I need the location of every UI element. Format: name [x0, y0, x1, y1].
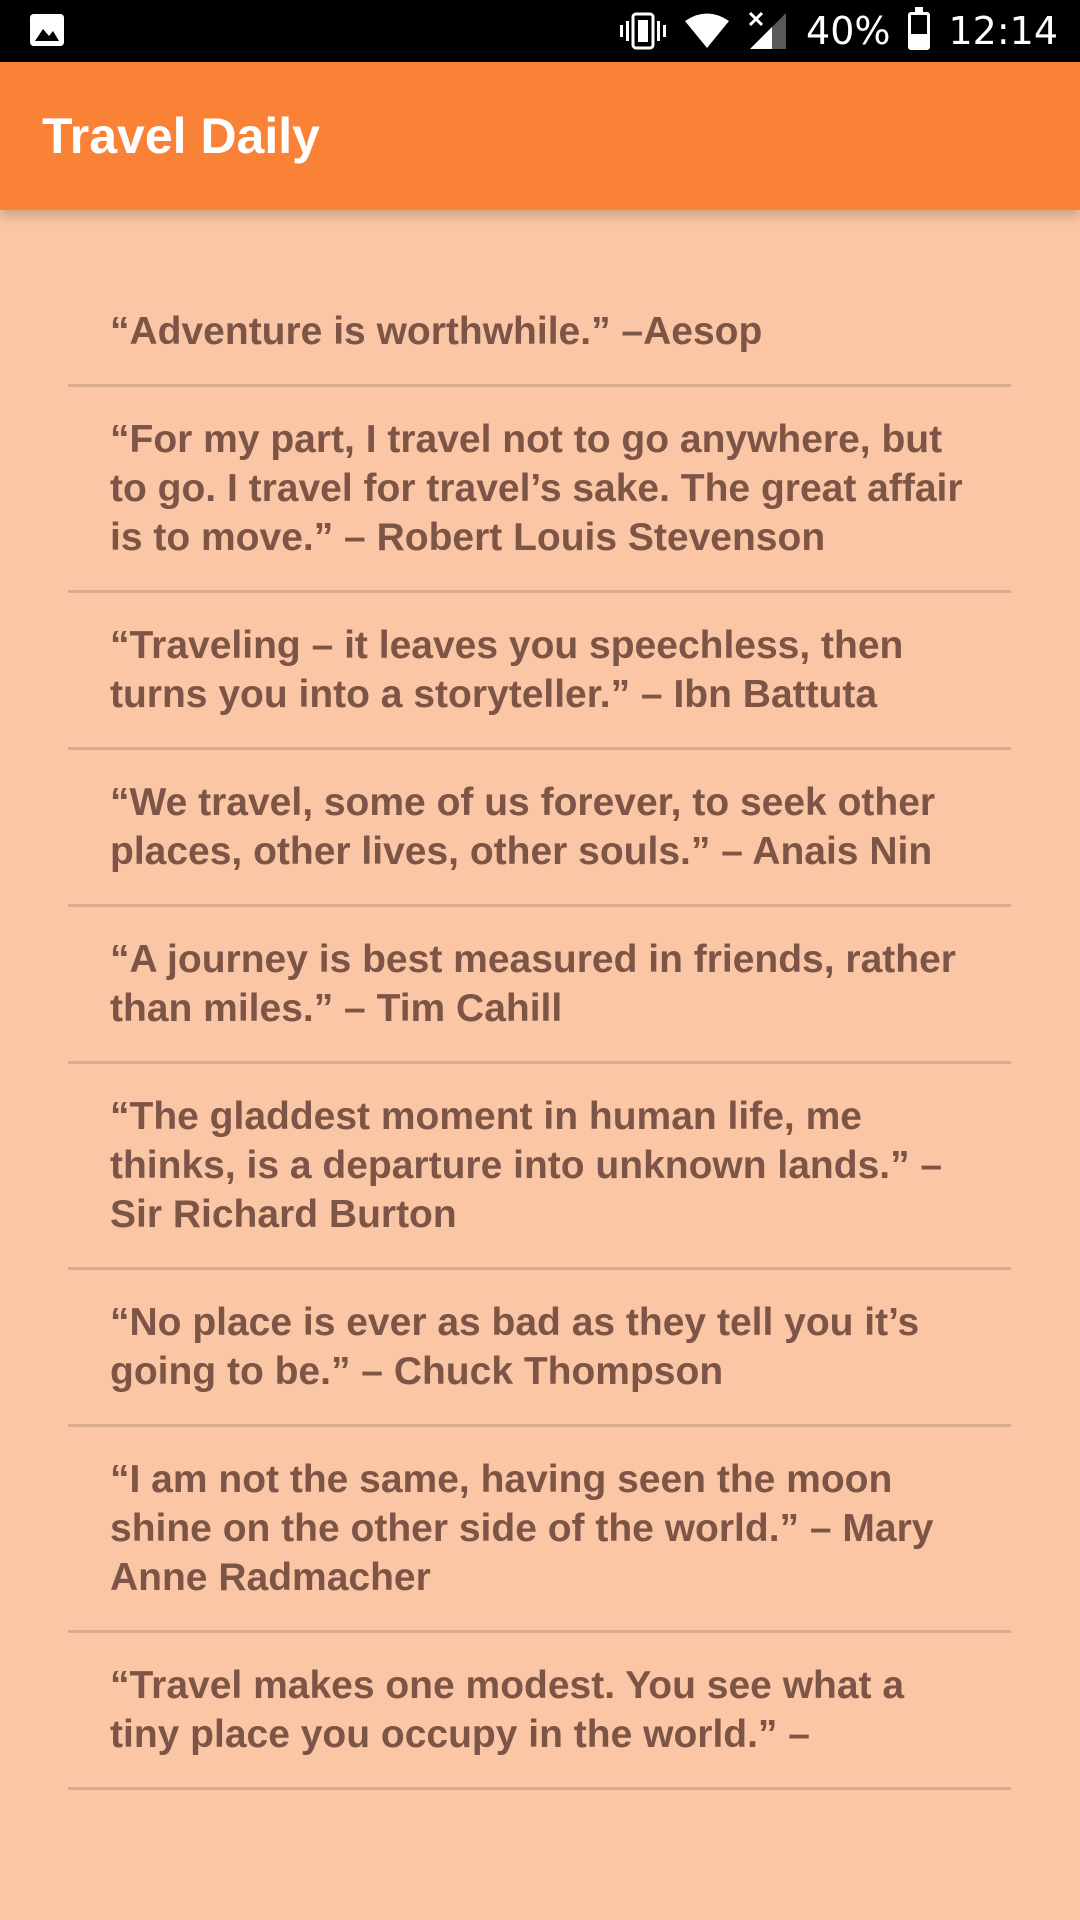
battery-icon: [908, 7, 931, 50]
status-icons: 40% 12:14: [620, 0, 1058, 62]
battery-percent: 40%: [806, 9, 891, 53]
quote-list[interactable]: “Adventure is worthwhile.” –Aesop “For m…: [68, 283, 1011, 1853]
quote-text: “A journey is best measured in friends, …: [110, 938, 956, 1030]
status-time: 12:14: [948, 9, 1058, 53]
quote-text: “No place is ever as bad as they tell yo…: [110, 1301, 920, 1393]
gallery-notification-icon: [30, 14, 64, 46]
quote-text: “Traveling – it leaves you speechless, t…: [110, 624, 904, 716]
quote-list-item[interactable]: “Traveling – it leaves you speechless, t…: [68, 593, 1011, 750]
quote-text: “The gladdest moment in human life, me t…: [110, 1095, 943, 1236]
quote-list-item[interactable]: “A journey is best measured in friends, …: [68, 907, 1011, 1064]
quote-list-item[interactable]: “We travel, some of us forever, to seek …: [68, 750, 1011, 907]
quote-text: “For my part, I travel not to go anywher…: [110, 418, 963, 559]
wifi-icon: [685, 13, 730, 48]
battery-fill: [911, 34, 928, 47]
quote-list-item[interactable]: “Travel makes one modest. You see what a…: [68, 1633, 1011, 1790]
vibrate-icon: [620, 12, 667, 50]
quote-list-item[interactable]: “The gladdest moment in human life, me t…: [68, 1064, 1011, 1270]
quote-text: “I am not the same, having seen the moon…: [110, 1458, 934, 1599]
quote-text: “Travel makes one modest. You see what a…: [110, 1664, 905, 1756]
app-bar: Travel Daily: [0, 62, 1080, 210]
cellular-signal-icon: [748, 11, 787, 49]
quote-list-item[interactable]: “No place is ever as bad as they tell yo…: [68, 1270, 1011, 1427]
quote-list-item[interactable]: “Adventure is worthwhile.” –Aesop: [68, 283, 1011, 387]
quote-text: “Adventure is worthwhile.” –Aesop: [110, 310, 763, 353]
quote-text: “We travel, some of us forever, to seek …: [110, 781, 936, 873]
quote-list-item[interactable]: “For my part, I travel not to go anywher…: [68, 387, 1011, 593]
app-title: Travel Daily: [42, 108, 320, 164]
quote-list-item[interactable]: “I am not the same, having seen the moon…: [68, 1427, 1011, 1633]
status-bar: 40% 12:14: [0, 0, 1080, 62]
